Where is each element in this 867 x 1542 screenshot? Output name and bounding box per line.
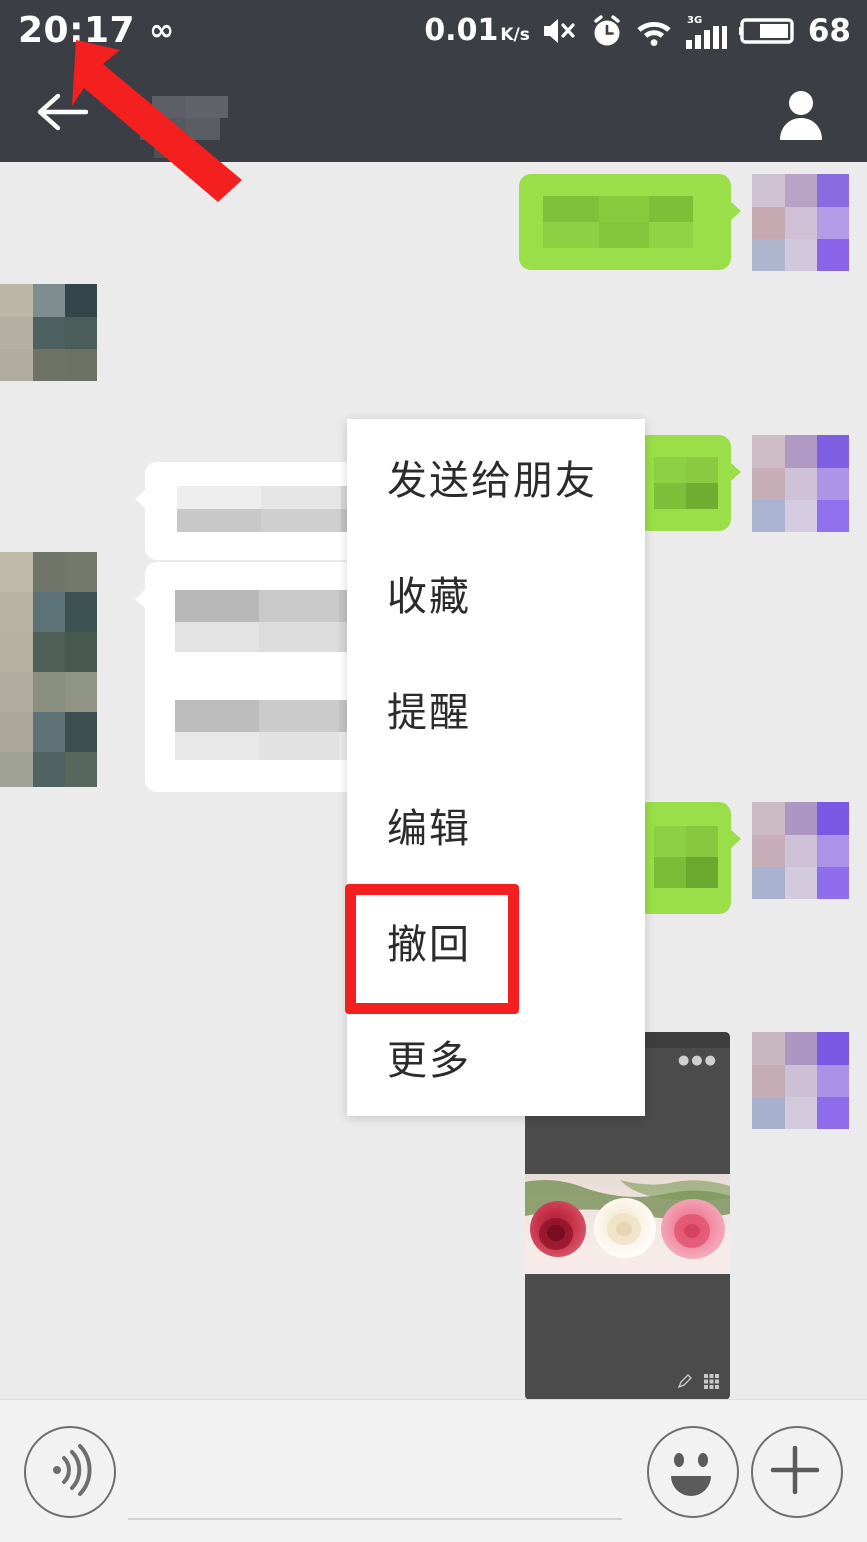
avatar[interactable] xyxy=(752,802,849,899)
infinity-icon: ∞ xyxy=(149,13,175,48)
chat-input-bar xyxy=(0,1399,867,1542)
avatar[interactable] xyxy=(0,284,97,381)
menu-item-favorite[interactable]: 收藏 xyxy=(347,535,645,651)
menu-item-label: 发送给朋友 xyxy=(387,458,597,504)
back-arrow-icon[interactable] xyxy=(36,88,89,136)
contact-person-icon[interactable] xyxy=(773,86,829,142)
svg-text:3G: 3G xyxy=(687,15,702,26)
wechat-chat-screen: 20:17 ∞ 0.01 K/s 3G 68 ●●● 发送给朋友 收藏 提醒 编… xyxy=(0,0,867,1542)
menu-item-more[interactable]: 更多 xyxy=(347,999,645,1115)
alarm-clock-icon xyxy=(594,15,620,46)
battery-icon xyxy=(738,18,794,44)
menu-item-label: 更多 xyxy=(387,1038,471,1084)
menu-item-label: 提醒 xyxy=(387,690,471,736)
avatar[interactable] xyxy=(0,552,97,787)
wifi-icon xyxy=(637,22,671,46)
plus-icon[interactable] xyxy=(751,1426,843,1518)
status-bar-left: 20:17 ∞ xyxy=(0,13,174,49)
edit-pen-icon xyxy=(677,1374,692,1389)
grid-icon xyxy=(704,1374,719,1389)
menu-item-send-to-friend[interactable]: 发送给朋友 xyxy=(347,419,645,535)
battery-percent: 68 xyxy=(807,12,851,49)
inner-screenshot-tools xyxy=(676,1373,720,1390)
more-dots-icon: ●●● xyxy=(677,1053,718,1068)
chat-bubble-outgoing[interactable] xyxy=(636,802,741,914)
chat-title xyxy=(130,90,240,158)
smiley-face-icon[interactable] xyxy=(647,1426,739,1518)
network-speed-value: 0.01 xyxy=(424,13,499,48)
chat-bubble-outgoing[interactable] xyxy=(519,174,741,270)
recall-highlight-box xyxy=(345,884,519,1014)
menu-item-label: 编辑 xyxy=(387,806,471,852)
message-input[interactable] xyxy=(128,1424,622,1520)
avatar[interactable] xyxy=(752,435,849,532)
menu-item-edit[interactable]: 编辑 xyxy=(347,767,645,883)
menu-item-remind[interactable]: 提醒 xyxy=(347,651,645,767)
status-bar-right: 0.01 K/s 3G 68 xyxy=(424,0,851,62)
nav-bar xyxy=(0,62,867,162)
speaker-mute-icon xyxy=(543,19,575,43)
signal-bars-icon: 3G xyxy=(685,15,727,49)
voice-sound-icon[interactable] xyxy=(24,1426,116,1518)
roses-photo xyxy=(525,1174,730,1274)
status-bar: 20:17 ∞ 0.01 K/s 3G 68 xyxy=(0,0,867,62)
network-speed-unit: K/s xyxy=(500,25,530,45)
chat-bubble-outgoing[interactable] xyxy=(636,435,741,531)
menu-item-label: 收藏 xyxy=(387,574,471,620)
avatar[interactable] xyxy=(752,1032,849,1129)
status-bar-time: 20:17 xyxy=(18,10,136,51)
network-speed: 0.01 K/s xyxy=(424,16,530,46)
avatar[interactable] xyxy=(752,174,849,271)
